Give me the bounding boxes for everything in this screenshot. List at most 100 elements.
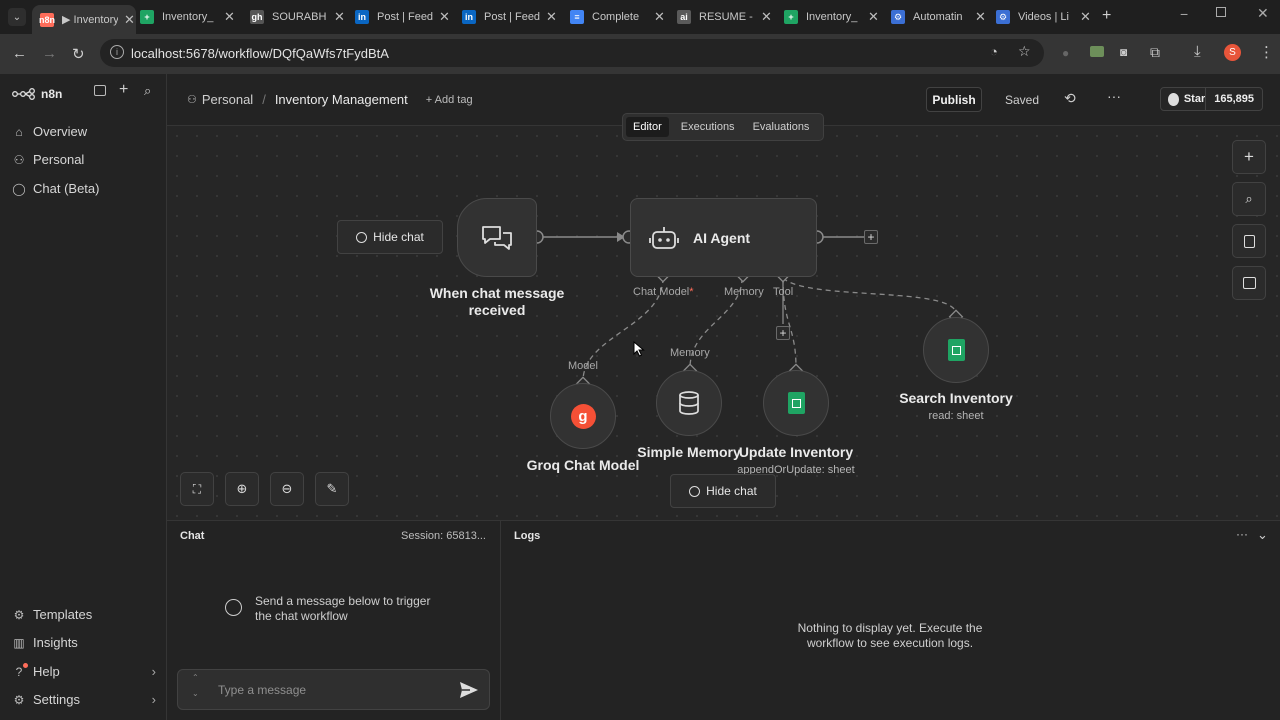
close-tab-icon[interactable]: ✕ xyxy=(224,9,235,25)
extension-incognito-icon[interactable]: ◙ xyxy=(1120,45,1127,59)
browser-tab[interactable]: ⚙ Automatin ✕ xyxy=(891,5,987,29)
tab-evaluations[interactable]: Evaluations xyxy=(735,117,810,137)
add-tool-button[interactable]: + xyxy=(776,326,790,340)
back-icon[interactable]: ← xyxy=(12,45,27,62)
zoom-in-button[interactable]: ⊕ xyxy=(225,472,259,506)
browser-menu-icon[interactable]: ⋮ xyxy=(1259,43,1274,61)
sidebar-item-chat[interactable]: ◯ Chat (Beta) xyxy=(12,181,99,196)
chat-message-input[interactable]: Type a message xyxy=(218,683,306,697)
tab-editor[interactable]: Editor xyxy=(626,117,669,137)
breadcrumb-project[interactable]: Personal xyxy=(202,92,253,107)
profile-avatar[interactable]: S xyxy=(1224,44,1241,61)
close-tab-icon[interactable]: ✕ xyxy=(124,12,135,28)
minimize-button[interactable]: − xyxy=(1180,6,1188,22)
sidebar-item-insights[interactable]: ▥ Insights xyxy=(12,635,77,650)
zoom-out-button[interactable]: ⊖ xyxy=(270,472,304,506)
mouse-cursor-icon xyxy=(633,341,645,357)
sidebar-item-overview[interactable]: ⌂ Overview xyxy=(12,124,87,139)
tab-favicon-icon: n8n xyxy=(39,12,56,27)
close-tab-icon[interactable]: ✕ xyxy=(546,9,557,25)
notification-dot xyxy=(23,662,28,668)
github-star-button[interactable]: Star 165,895 xyxy=(1160,87,1263,111)
performance-icon[interactable]: ◔ xyxy=(990,44,998,59)
extensions-puzzle-icon[interactable]: ⧉ xyxy=(1150,44,1160,61)
browser-tab[interactable]: in Post | Feed ✕ xyxy=(355,5,451,29)
groq-chat-model-node[interactable]: g xyxy=(550,383,616,449)
bookmark-star-icon[interactable]: ☆ xyxy=(1018,43,1031,60)
history-down-icon[interactable]: ⌄ xyxy=(192,689,199,698)
history-up-icon[interactable]: ⌃ xyxy=(192,673,199,682)
close-tab-icon[interactable]: ✕ xyxy=(975,9,986,25)
workflow-canvas[interactable]: Editor Executions Evaluations Hide chat … xyxy=(167,113,1280,520)
browser-tab[interactable]: + Inventory_ ✕ xyxy=(140,5,236,29)
sticky-note-button[interactable] xyxy=(1232,224,1266,258)
hide-chat-button[interactable]: Hide chat xyxy=(337,220,443,254)
send-icon[interactable] xyxy=(459,681,479,699)
chat-trigger-node[interactable] xyxy=(457,198,537,277)
fit-view-button[interactable]: ⛶ xyxy=(180,472,214,506)
close-tab-icon[interactable]: ✕ xyxy=(1080,9,1091,25)
sidebar-item-label: Help xyxy=(33,664,60,679)
breadcrumb-separator: / xyxy=(262,92,266,107)
browser-tab[interactable]: + Inventory_ ✕ xyxy=(784,5,880,29)
browser-tab[interactable]: n8n ▶ Inventory ✕ xyxy=(32,5,136,34)
tab-title: ▶ Inventory xyxy=(62,14,118,26)
forward-icon[interactable]: → xyxy=(42,45,57,62)
toggle-sidebar-icon[interactable] xyxy=(94,85,106,96)
download-icon[interactable]: ⤓ xyxy=(1194,43,1201,60)
browser-tab[interactable]: gh SOURABH ✕ xyxy=(250,5,346,29)
sidebar-item-help[interactable]: ? Help › xyxy=(12,662,156,679)
simple-memory-node[interactable] xyxy=(656,370,722,436)
tab-search-button[interactable]: ⌄ xyxy=(8,8,26,26)
site-info-icon[interactable]: i xyxy=(110,45,124,59)
session-id[interactable]: Session: 65813... xyxy=(401,530,486,542)
tab-title: Inventory_ xyxy=(806,11,858,23)
chevron-down-icon[interactable]: ⌄ xyxy=(1257,527,1268,543)
chat-input-box[interactable]: ⌃ ⌄ Type a message xyxy=(177,669,490,710)
port-label-tool: Tool xyxy=(773,286,794,298)
browser-tab[interactable]: ≡ Complete ✕ xyxy=(570,5,666,29)
browser-tab[interactable]: ⚙ Videos | Li ✕ xyxy=(996,5,1092,29)
workflow-name[interactable]: Inventory Management xyxy=(275,92,408,107)
tab-executions[interactable]: Executions xyxy=(669,117,735,137)
zoom-in-icon: ⊕ xyxy=(236,481,248,496)
chat-empty-icon xyxy=(225,599,242,616)
sidebar-item-personal[interactable]: ⚇ Personal xyxy=(12,152,85,167)
close-tab-icon[interactable]: ✕ xyxy=(654,9,665,25)
browser-tab[interactable]: ai RESUME - ✕ xyxy=(677,5,773,29)
toggle-panel-button[interactable] xyxy=(1232,266,1266,300)
browser-tab[interactable]: in Post | Feed ✕ xyxy=(462,5,558,29)
ai-agent-node[interactable]: AI Agent xyxy=(630,198,817,277)
more-options-icon[interactable]: ··· xyxy=(1107,88,1121,104)
restore-button[interactable] xyxy=(1216,7,1226,17)
add-node-panel-button[interactable]: + xyxy=(1232,140,1266,174)
close-tab-icon[interactable]: ✕ xyxy=(334,9,345,25)
close-tab-icon[interactable]: ✕ xyxy=(761,9,772,25)
search-inventory-node[interactable] xyxy=(923,317,989,383)
sidebar-item-templates[interactable]: ⚙ Templates xyxy=(12,607,93,622)
reload-icon[interactable]: ↻ xyxy=(72,45,85,63)
extension-icon[interactable]: ● xyxy=(1062,46,1069,60)
close-tab-icon[interactable]: ✕ xyxy=(439,9,450,25)
new-tab-button[interactable]: + xyxy=(1102,7,1111,25)
address-bar[interactable]: i localhost:5678/workflow/DQfQaWfs7tFydB… xyxy=(100,39,1044,67)
port-label-chat-model: Chat Model* xyxy=(633,286,694,298)
sidebar-item-settings[interactable]: ⚙ Settings › xyxy=(12,692,156,707)
history-icon[interactable]: ⟲ xyxy=(1064,90,1076,107)
publish-button[interactable]: Publish xyxy=(926,87,982,112)
extension-folder-icon[interactable] xyxy=(1090,46,1104,57)
add-icon[interactable]: + xyxy=(119,81,128,99)
add-tag-link[interactable]: + Add tag xyxy=(426,94,473,106)
close-window-button[interactable]: ✕ xyxy=(1257,5,1269,22)
update-inventory-node[interactable] xyxy=(763,370,829,436)
search-icon[interactable]: ⌕ xyxy=(144,83,151,99)
close-tab-icon[interactable]: ✕ xyxy=(868,9,879,25)
search-nodes-button[interactable]: ⌕ xyxy=(1232,182,1266,216)
tidy-up-button[interactable]: ✎ xyxy=(315,472,349,506)
settings-icon: ⚙ xyxy=(13,692,25,707)
logs-more-icon[interactable]: ··· xyxy=(1236,527,1248,541)
trigger-line1: When chat message xyxy=(429,285,565,301)
hide-chat-bottom-button[interactable]: Hide chat xyxy=(670,474,776,508)
templates-icon: ⚙ xyxy=(13,607,25,622)
add-node-button[interactable]: + xyxy=(864,230,878,244)
